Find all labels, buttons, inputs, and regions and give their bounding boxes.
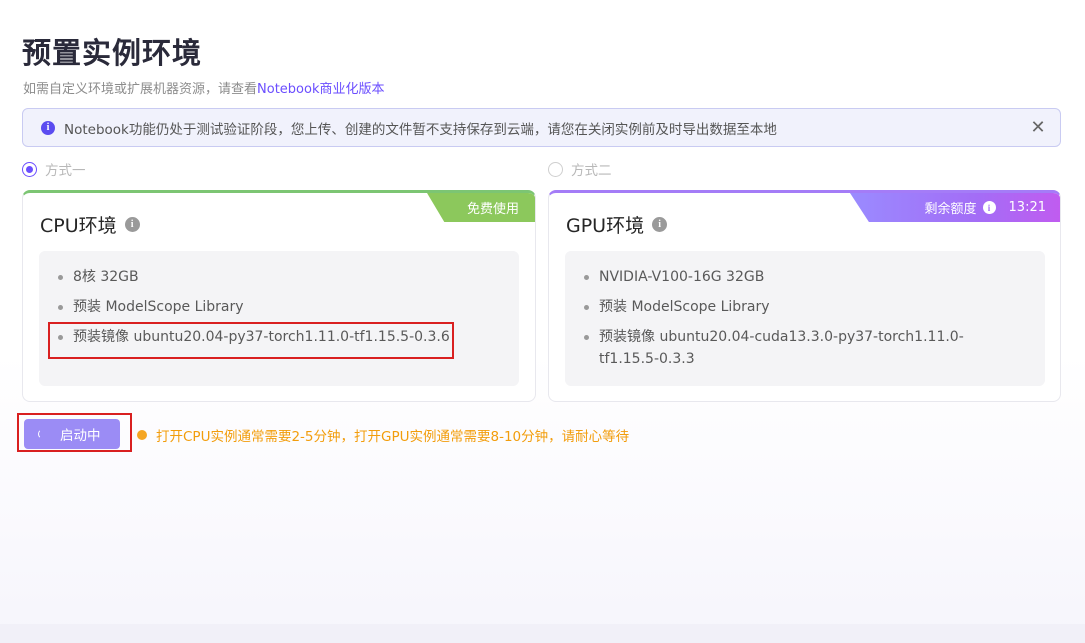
page: 预置实例环境 如需自定义环境或扩展机器资源，请查看Notebook商业化版本 i… bbox=[0, 0, 1085, 643]
cpu-card-title: CPU环境 i bbox=[40, 211, 140, 238]
bullet-icon bbox=[58, 275, 63, 280]
info-icon: i bbox=[41, 120, 55, 135]
notice-text: Notebook功能仍处于测试验证阶段，您上传、创建的文件暂不支持保存到云端，请… bbox=[64, 121, 777, 138]
info-icon[interactable]: i bbox=[652, 217, 668, 232]
info-icon[interactable]: i bbox=[124, 217, 140, 232]
info-icon[interactable]: i bbox=[982, 201, 996, 214]
list-item: 8核 32GB bbox=[58, 266, 473, 288]
option-one-label: 方式一 bbox=[45, 163, 86, 179]
list-item: NVIDIA-V100-16G 32GB bbox=[584, 266, 999, 288]
close-icon[interactable]: ✕ bbox=[1030, 118, 1046, 136]
quota-badge: 剩余额度 i 13:21 bbox=[850, 193, 1060, 222]
option-two-radio[interactable]: 方式二 bbox=[548, 159, 612, 179]
cpu-environment-card[interactable]: 免费使用 CPU环境 i 8核 32GB 预装 ModelScope Libra… bbox=[22, 190, 536, 402]
quota-label: 剩余额度 bbox=[924, 202, 977, 217]
gpu-spec-list: NVIDIA-V100-16G 32GB 预装 ModelScope Libra… bbox=[565, 251, 1045, 386]
gpu-environment-card[interactable]: 剩余额度 i 13:21 GPU环境 i NVIDIA-V100-16G 32G… bbox=[548, 190, 1061, 402]
bullet-icon bbox=[58, 305, 63, 310]
option-one-radio[interactable]: 方式一 bbox=[22, 159, 86, 179]
startup-hint-text: 打开CPU实例通常需要2-5分钟，打开GPU实例通常需要8-10分钟，请耐心等待 bbox=[156, 429, 630, 445]
warning-dot-icon bbox=[137, 430, 147, 440]
start-button[interactable]: 启动中 bbox=[24, 419, 120, 449]
gpu-card-title: GPU环境 i bbox=[566, 211, 668, 238]
gpu-title-text: GPU环境 bbox=[566, 215, 645, 237]
list-item: 预装镜像 ubuntu20.04-cuda13.3.0-py37-torch1.… bbox=[584, 326, 999, 370]
bullet-icon bbox=[584, 335, 589, 340]
cpu-title-text: CPU环境 bbox=[40, 215, 117, 237]
radio-checked-icon[interactable] bbox=[22, 161, 37, 177]
page-subtitle: 如需自定义环境或扩展机器资源，请查看Notebook商业化版本 bbox=[23, 78, 384, 97]
page-title: 预置实例环境 bbox=[22, 36, 203, 70]
quota-time: 13:21 bbox=[1008, 200, 1046, 215]
highlight-box bbox=[48, 322, 454, 359]
list-item: 预装 ModelScope Library bbox=[584, 296, 999, 318]
list-item: 预装 ModelScope Library bbox=[58, 296, 473, 318]
free-badge: 免费使用 bbox=[427, 193, 535, 222]
cpu-spec-list: 8核 32GB 预装 ModelScope Library 预装镜像 ubunt… bbox=[39, 251, 519, 386]
bullet-icon bbox=[584, 305, 589, 310]
bullet-icon bbox=[584, 275, 589, 280]
page-footer-strip bbox=[0, 624, 1085, 643]
radio-unchecked-icon[interactable] bbox=[548, 161, 563, 177]
subtitle-text: 如需自定义环境或扩展机器资源，请查看 bbox=[23, 82, 258, 97]
notice-banner: i Notebook功能仍处于测试验证阶段，您上传、创建的文件暂不支持保存到云端… bbox=[22, 108, 1061, 147]
option-two-label: 方式二 bbox=[571, 163, 612, 179]
startup-hint: 打开CPU实例通常需要2-5分钟，打开GPU实例通常需要8-10分钟，请耐心等待 bbox=[137, 425, 629, 445]
loading-spinner-icon bbox=[38, 429, 48, 439]
commercial-version-link[interactable]: Notebook商业化版本 bbox=[257, 82, 384, 97]
start-button-label: 启动中 bbox=[60, 428, 101, 444]
